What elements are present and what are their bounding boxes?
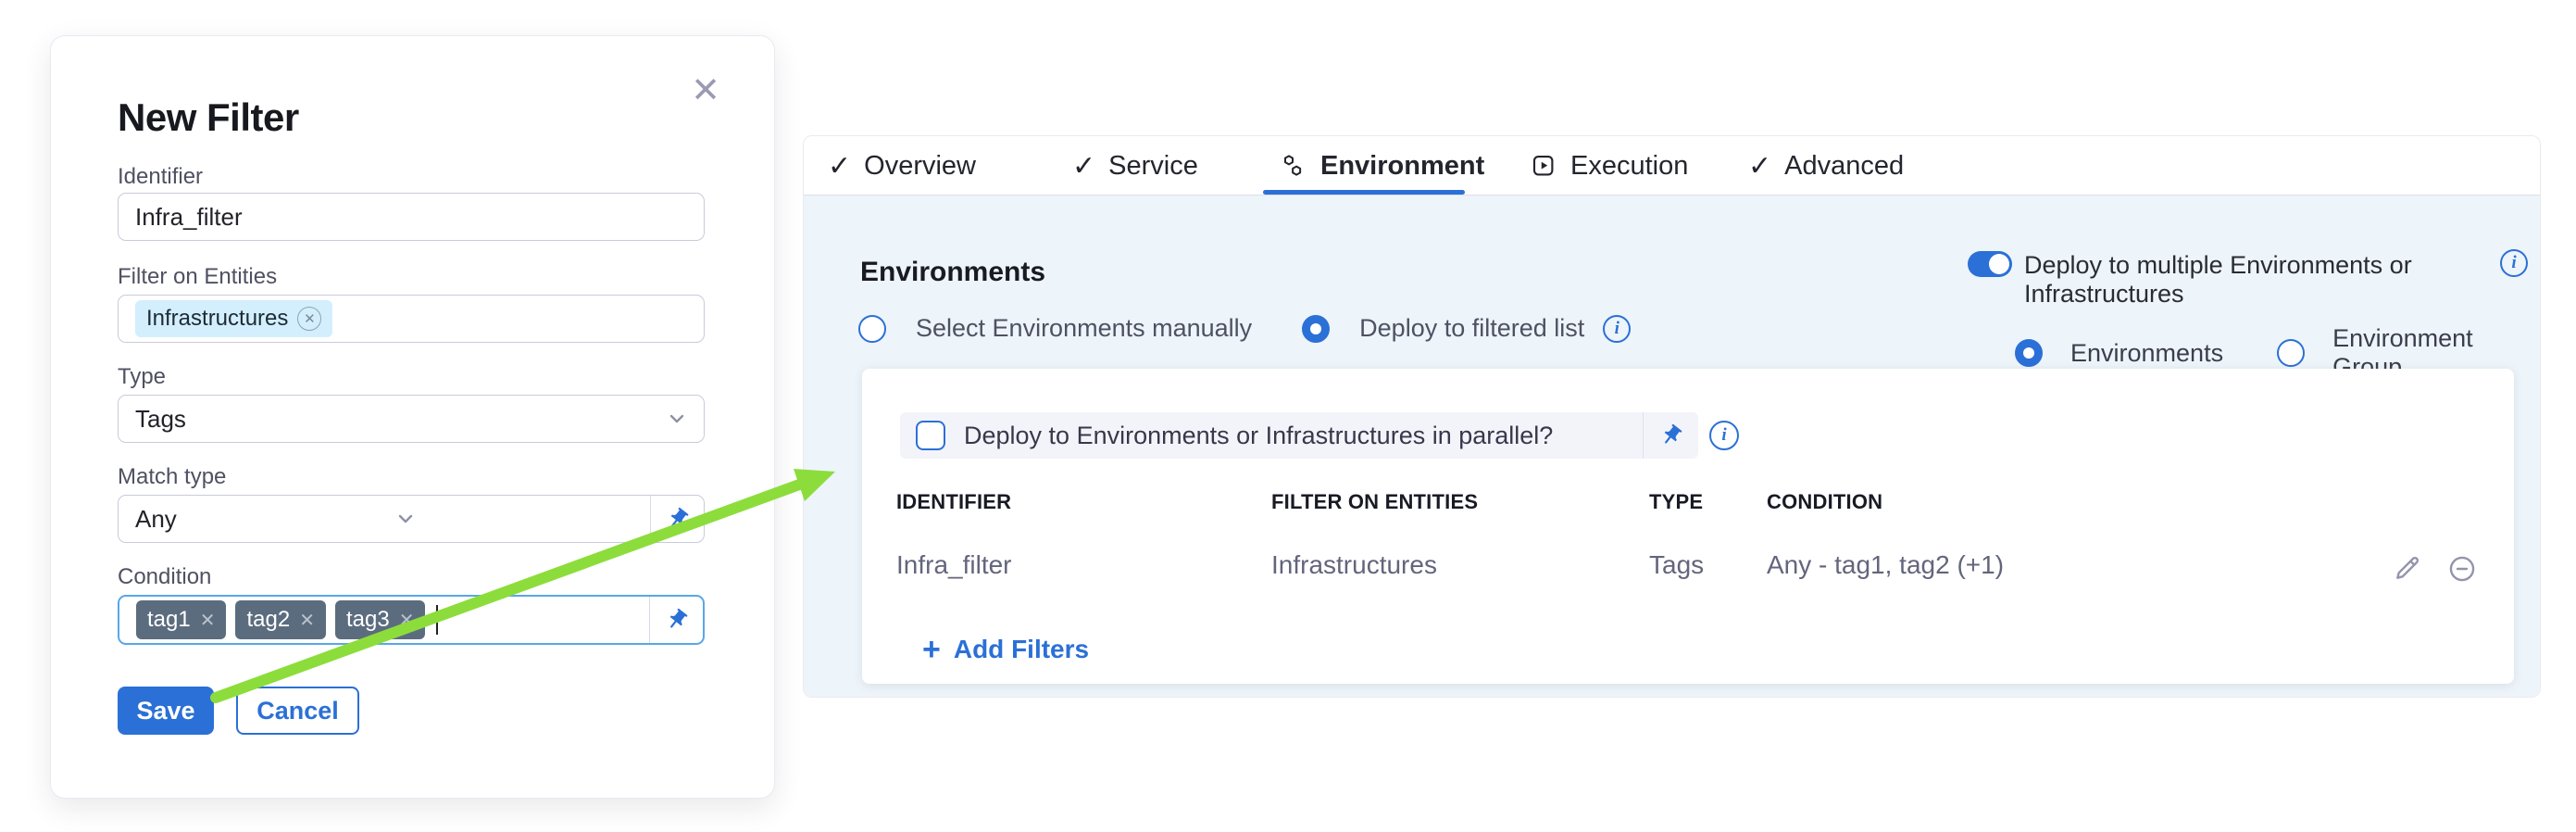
multi-env-toggle-label: Deploy to multiple Environments or Infra… — [2024, 251, 2540, 309]
tab-label: Advanced — [1784, 151, 1904, 182]
check-icon: ✓ — [1748, 150, 1771, 183]
environment-tab-content: Environments Select Environments manuall… — [804, 195, 2540, 697]
radio-environments[interactable] — [2015, 339, 2043, 367]
entity-chip: Infrastructures ✕ — [135, 300, 332, 337]
type-label: Type — [118, 364, 166, 390]
identifier-value: Infra_filter — [135, 203, 243, 232]
tab-service[interactable]: ✓ Service — [1072, 136, 1198, 195]
cell-filter-on-entities: Infrastructures — [1271, 550, 1437, 580]
tag-label: tag2 — [246, 607, 290, 633]
remove-tag-icon[interactable]: ✕ — [399, 609, 415, 632]
tab-overview[interactable]: ✓ Overview — [828, 136, 976, 195]
cell-condition: Any - tag1, tag2 (+1) — [1767, 550, 2004, 580]
filter-on-entities-input[interactable]: Infrastructures ✕ — [118, 295, 705, 343]
stage-panel: ✓ Overview ✓ Service Environment — [803, 135, 2541, 698]
chevron-down-icon — [395, 509, 416, 529]
parallel-label: Deploy to Environments or Infrastructure… — [964, 422, 1553, 450]
tag-label: tag1 — [147, 607, 191, 633]
match-type-label: Match type — [118, 464, 226, 490]
toggle-knob — [1989, 254, 2009, 274]
col-header-identifier: IDENTIFIER — [896, 490, 1011, 514]
info-icon[interactable]: i — [2500, 249, 2528, 277]
condition-input[interactable]: tag1 ✕ tag2 ✕ tag3 ✕ — [118, 595, 705, 645]
cell-type: Tags — [1649, 550, 1704, 580]
radio-select-manually[interactable] — [858, 315, 886, 343]
environment-hexagons-icon — [1280, 152, 1307, 180]
filters-card: Deploy to Environments or Infrastructure… — [862, 369, 2514, 684]
radio-deploy-filtered[interactable] — [1302, 315, 1330, 343]
tab-environment[interactable]: Environment — [1280, 136, 1484, 195]
tag-chip: tag3 ✕ — [335, 600, 425, 639]
match-type-value: Any — [135, 505, 177, 534]
col-header-condition: CONDITION — [1767, 490, 1882, 514]
tab-advanced[interactable]: ✓ Advanced — [1748, 136, 1904, 195]
col-header-filter-on-entities: FILTER ON ENTITIES — [1271, 490, 1478, 514]
condition-label: Condition — [118, 564, 211, 590]
modal-title: New Filter — [118, 95, 299, 140]
pin-icon[interactable] — [1643, 412, 1698, 459]
tag-label: tag3 — [346, 607, 390, 633]
tab-label: Environment — [1320, 151, 1484, 182]
radio-label: Select Environments manually — [916, 314, 1252, 343]
filter-on-entities-label: Filter on Entities — [118, 264, 277, 290]
tab-label: Execution — [1570, 151, 1688, 182]
plus-icon: + — [922, 634, 941, 665]
check-icon: ✓ — [828, 150, 851, 183]
pin-icon[interactable] — [649, 597, 703, 643]
remove-entity-icon[interactable]: ✕ — [297, 307, 321, 331]
chevron-down-icon — [667, 409, 687, 429]
identifier-label: Identifier — [118, 164, 203, 190]
parallel-checkbox[interactable] — [916, 421, 945, 450]
remove-tag-icon[interactable]: ✕ — [200, 609, 216, 632]
radio-environment-group[interactable] — [2277, 339, 2305, 367]
info-icon[interactable]: i — [1603, 315, 1631, 343]
check-icon: ✓ — [1072, 150, 1095, 183]
type-select[interactable]: Tags — [118, 395, 705, 443]
execution-play-icon — [1530, 152, 1557, 180]
stage-tabbar: ✓ Overview ✓ Service Environment — [804, 136, 2540, 195]
text-cursor — [436, 605, 438, 635]
cell-identifier: Infra_filter — [896, 550, 1012, 580]
entity-chip-label: Infrastructures — [146, 306, 288, 332]
match-type-select[interactable]: Any — [118, 495, 705, 543]
add-filters-label: Add Filters — [954, 635, 1089, 664]
identifier-input[interactable]: Infra_filter — [118, 193, 705, 241]
remove-tag-icon[interactable]: ✕ — [299, 609, 315, 632]
info-icon[interactable]: i — [1709, 421, 1739, 450]
pin-icon[interactable] — [650, 496, 704, 542]
screen: New Filter ✕ Identifier Infra_filter Fil… — [0, 0, 2576, 832]
multi-env-toggle[interactable] — [1968, 251, 2012, 277]
new-filter-modal: New Filter ✕ Identifier Infra_filter Fil… — [50, 35, 775, 799]
radio-label: Environments — [2070, 339, 2223, 368]
save-button[interactable]: Save — [118, 687, 214, 735]
close-icon[interactable]: ✕ — [691, 73, 720, 108]
deploy-mode-radios: Select Environments manually Deploy to f… — [858, 314, 1631, 343]
col-header-type: TYPE — [1649, 490, 1703, 514]
type-value: Tags — [135, 405, 186, 434]
parallel-option-bar: Deploy to Environments or Infrastructure… — [900, 412, 1698, 459]
tag-chip: tag2 ✕ — [235, 600, 325, 639]
tab-execution[interactable]: Execution — [1530, 136, 1688, 195]
edit-pencil-icon[interactable] — [2393, 553, 2422, 587]
tab-label: Overview — [864, 151, 976, 182]
environments-heading: Environments — [860, 257, 1045, 288]
add-filters-button[interactable]: + Add Filters — [922, 634, 1089, 665]
remove-minus-circle-icon[interactable] — [2446, 553, 2478, 589]
tab-label: Service — [1108, 151, 1198, 182]
radio-label: Deploy to filtered list — [1359, 314, 1584, 343]
cancel-button[interactable]: Cancel — [236, 687, 359, 735]
active-tab-indicator — [1263, 190, 1465, 195]
tag-chip: tag1 ✕ — [136, 600, 226, 639]
